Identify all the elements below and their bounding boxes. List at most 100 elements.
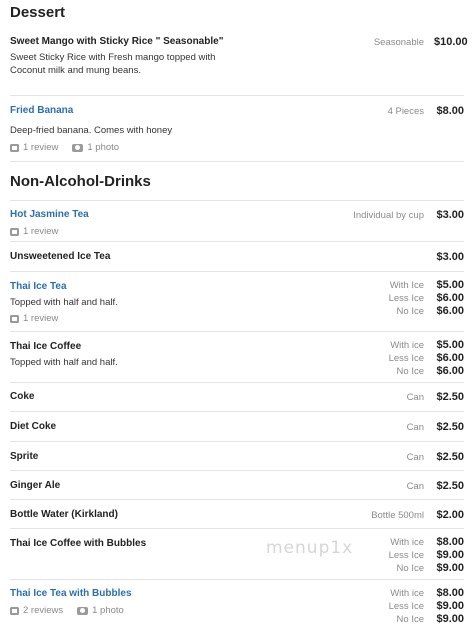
price-row: With Ice $5.00 — [389, 279, 464, 292]
price-value: $6.00 — [436, 365, 464, 377]
menu-item: Bottle Water (Kirkland) Bottle 500ml $2.… — [10, 500, 464, 529]
price-row: No Ice $6.00 — [389, 305, 464, 318]
price-row: Can $2.50 — [407, 480, 464, 493]
item-meta: 1 review 1 photo — [10, 142, 119, 153]
menu-item: Thai Ice Coffee with Bubbles With ice $8… — [10, 529, 464, 580]
price-value: $5.00 — [436, 339, 464, 351]
price-value: $6.00 — [436, 292, 464, 304]
review-icon — [10, 227, 19, 236]
menu-item: Hot Jasmine Tea 1 review Individual by c… — [10, 200, 464, 242]
price-value: $10.00 — [434, 36, 468, 48]
photo-count-link[interactable]: 1 photo — [92, 605, 124, 616]
price-row: Less Ice $6.00 — [389, 352, 464, 365]
price-value: $2.50 — [436, 421, 464, 433]
review-icon — [10, 606, 19, 615]
item-name: Coke — [10, 391, 35, 402]
size-label: Can — [406, 392, 424, 403]
price-value: $2.50 — [436, 391, 464, 403]
price-row: Bottle 500ml $2.00 — [371, 509, 464, 522]
review-count-link[interactable]: 1 review — [23, 142, 58, 153]
price-row: Can $2.50 — [407, 451, 464, 464]
size-label: With ice — [390, 340, 424, 351]
item-name: Sweet Mango with Sticky Rice " Seasonabl… — [10, 36, 224, 47]
menu-item: Thai Ice Tea Topped with half and half. … — [10, 272, 464, 332]
item-name: Diet Coke — [10, 421, 57, 432]
price-value: $5.00 — [436, 279, 464, 291]
size-label: Can — [406, 481, 424, 492]
price-row: Can $2.50 — [407, 391, 464, 404]
item-prices: With ice $8.00 Less Ice $9.00 No Ice $9.… — [389, 536, 464, 575]
size-label: No Ice — [396, 306, 424, 317]
price-row: Less Ice $9.00 — [389, 600, 464, 613]
price-value: $2.50 — [436, 451, 464, 463]
item-name: Sprite — [10, 451, 39, 462]
menu-item: Unsweetened Ice Tea $3.00 — [10, 242, 464, 272]
price-value: $8.00 — [436, 587, 464, 599]
item-prices: Can $2.50 — [407, 480, 464, 493]
price-row: With ice $8.00 — [389, 536, 464, 549]
price-value: $6.00 — [436, 305, 464, 317]
size-label: Can — [406, 452, 424, 463]
size-label: Less Ice — [388, 550, 424, 561]
item-prices: Can $2.50 — [407, 421, 464, 434]
camera-icon — [77, 606, 89, 615]
item-name-link[interactable]: Thai Ice Tea with Bubbles — [10, 588, 132, 599]
review-icon — [10, 314, 19, 323]
item-prices: $3.00 — [424, 251, 464, 264]
price-row: $3.00 — [424, 251, 464, 264]
price-value: $2.50 — [436, 480, 464, 492]
price-row: No Ice $6.00 — [389, 365, 464, 378]
price-value: $9.00 — [436, 549, 464, 561]
size-label: Seasonable — [373, 37, 424, 48]
price-row: Less Ice $9.00 — [389, 549, 464, 562]
price-value: $6.00 — [436, 352, 464, 364]
watermark-logo: menup1x — [266, 538, 354, 558]
review-count-link[interactable]: 1 review — [23, 226, 58, 237]
menu-item: Sweet Mango with Sticky Rice " Seasonabl… — [10, 35, 468, 96]
review-count-link[interactable]: 2 reviews — [23, 605, 63, 616]
menu-item: Sprite Can $2.50 — [10, 442, 464, 471]
item-prices: 4 Pieces $8.00 — [388, 105, 464, 118]
review-icon — [10, 143, 19, 152]
item-name-link[interactable]: Hot Jasmine Tea — [10, 209, 89, 220]
size-label: Less Ice — [388, 293, 424, 304]
size-label: No Ice — [396, 614, 424, 625]
price-row: No Ice $9.00 — [389, 562, 464, 575]
size-label: Bottle 500ml — [371, 510, 424, 521]
item-prices: With Ice $5.00 Less Ice $6.00 No Ice $6.… — [389, 279, 464, 318]
item-name: Ginger Ale — [10, 480, 61, 491]
size-label: With Ice — [389, 280, 424, 291]
item-name: Thai Ice Coffee with Bubbles — [10, 538, 147, 549]
price-value: $3.00 — [436, 209, 464, 221]
item-name-link[interactable]: Fried Banana — [10, 105, 73, 116]
section-title-drinks: Non-Alcohol-Drinks — [10, 173, 151, 190]
item-prices: With ice $5.00 Less Ice $6.00 No Ice $6.… — [389, 339, 464, 378]
menu-item: Coke Can $2.50 — [10, 383, 464, 412]
size-label: 4 Pieces — [387, 106, 424, 117]
price-value: $8.00 — [436, 105, 464, 117]
price-row: With ice $8.00 — [389, 587, 464, 600]
price-value: $2.00 — [436, 509, 464, 521]
size-label: Less Ice — [388, 601, 424, 612]
item-meta: 2 reviews 1 photo — [10, 605, 124, 616]
item-name: Thai Ice Coffee — [10, 341, 82, 352]
price-row: Can $2.50 — [407, 421, 464, 434]
price-row: No Ice $9.00 — [389, 613, 464, 626]
price-row: Seasonable $10.00 — [373, 36, 468, 49]
item-description: Topped with half and half. — [10, 357, 118, 368]
item-prices: With ice $8.00 Less Ice $9.00 No Ice $9.… — [389, 587, 464, 626]
menu-item: Ginger Ale Can $2.50 — [10, 471, 464, 500]
item-description: Sweet Sticky Rice with Fresh mango toppe… — [10, 52, 216, 76]
size-label: No Ice — [396, 563, 424, 574]
item-description: Deep-fried banana. Comes with honey — [10, 125, 173, 136]
price-value: $8.00 — [436, 536, 464, 548]
price-row: With ice $5.00 — [389, 339, 464, 352]
item-name-link[interactable]: Thai Ice Tea — [10, 281, 67, 292]
price-row: 4 Pieces $8.00 — [388, 105, 464, 118]
item-description: Topped with half and half. — [10, 297, 118, 308]
review-count-link[interactable]: 1 review — [23, 313, 58, 324]
size-label: With ice — [390, 537, 424, 548]
size-label: Individual by cup — [353, 210, 424, 221]
photo-count-link[interactable]: 1 photo — [87, 142, 119, 153]
item-meta: 1 review — [10, 226, 58, 237]
